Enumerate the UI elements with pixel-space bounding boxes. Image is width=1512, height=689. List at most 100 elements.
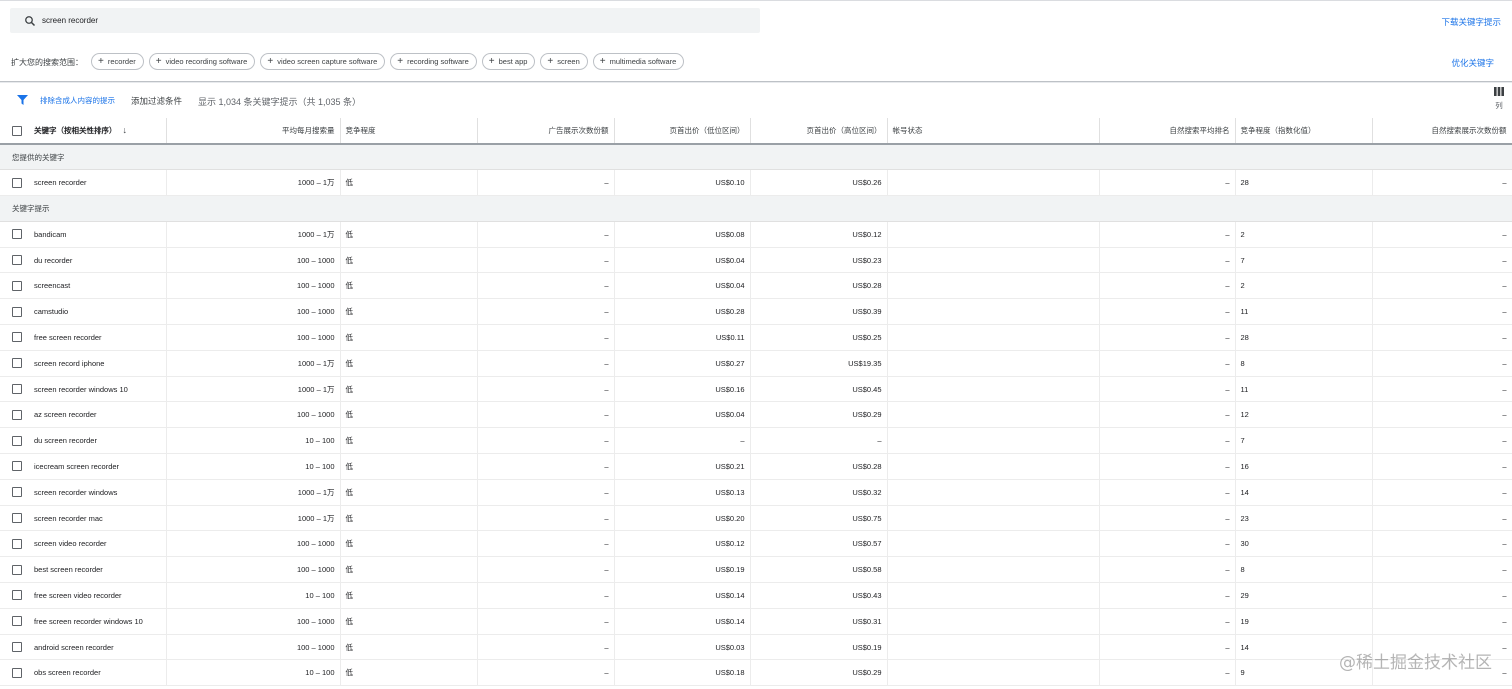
table-row[interactable]: du recorder 100 – 1000 低 – US$0.04 US$0.23–7–	[0, 247, 1512, 273]
competition-cell: 低	[340, 556, 478, 583]
bid-high-cell: US$19.35	[750, 350, 888, 377]
filter-icon[interactable]	[17, 95, 28, 105]
row-checkbox[interactable]	[12, 306, 22, 317]
table-row[interactable]: az screen recorder 100 – 1000 低 – US$0.04 US$…	[0, 401, 1512, 428]
impression-share-cell: –	[477, 453, 615, 480]
table-row[interactable]: bandicam 1000 – 1万低 – US$0.08 US$0.12–2–	[0, 221, 1512, 248]
table-row[interactable]: screen recorder mac 1000 – 1万低 – US$0.20 US$…	[0, 505, 1512, 531]
table-row[interactable]: android screen recorder 100 – 1000 低 – US$0.…	[0, 634, 1512, 660]
row-checkbox[interactable]	[12, 358, 22, 369]
refine-keywords-link[interactable]: 优化关键字	[1451, 57, 1494, 69]
competition-index-cell: 2	[1235, 272, 1373, 299]
row-checkbox[interactable]	[12, 487, 22, 498]
table-row[interactable]: screen recorder windows 1000 – 1万低 – US$0.1…	[0, 479, 1512, 506]
bid-high-cell: US$0.28	[750, 453, 888, 480]
expand-chip[interactable]: + video screen capture software	[260, 53, 386, 70]
header-competition-index[interactable]: 竞争程度（指数化值）	[1235, 118, 1373, 145]
row-checkbox[interactable]	[12, 332, 22, 343]
table-row[interactable]: screen record iphone 1000 – 1万低 – US$0.27 US…	[0, 350, 1512, 377]
account-status-cell	[887, 634, 1100, 660]
competition-cell: 低	[340, 272, 478, 299]
table-row[interactable]: free screen video recorder 10 – 100 低 – US$0…	[0, 582, 1512, 609]
avg-searches-cell: 100 – 1000	[166, 401, 341, 428]
row-checkbox[interactable]	[12, 590, 22, 601]
row-checkbox[interactable]	[12, 255, 22, 266]
expand-chip[interactable]: + recording software	[390, 53, 477, 70]
row-checkbox[interactable]	[12, 177, 22, 188]
row-checkbox[interactable]	[12, 538, 22, 549]
select-all-checkbox[interactable]	[12, 125, 22, 136]
table-row[interactable]: best screen recorder 100 – 1000 低 – US$0.19 U…	[0, 556, 1512, 583]
header-organic-impression-share[interactable]: 自然搜索展示次数份额	[1372, 118, 1512, 145]
table-row[interactable]: screen video recorder 100 – 1000 低 – US$0.12…	[0, 530, 1512, 557]
expand-chip[interactable]: + multimedia software	[592, 53, 685, 70]
header-account-status[interactable]: 帐号状态	[887, 118, 1100, 145]
competition-index-cell: 28	[1235, 324, 1373, 351]
organic-impression-share-cell: –	[1372, 376, 1512, 402]
download-keyword-ideas-link[interactable]: 下载关键字提示	[1441, 16, 1501, 28]
search-input[interactable]	[42, 13, 742, 28]
account-status-cell	[887, 453, 1100, 480]
organic-impression-share-cell: –	[1372, 272, 1512, 299]
competition-index-cell: 2	[1235, 221, 1373, 248]
account-status-cell	[887, 298, 1100, 325]
table-row[interactable]: icecream screen recorder 10 – 100 低 – US$0.2…	[0, 453, 1512, 480]
keyword-cell: bandicam	[29, 221, 167, 248]
row-checkbox[interactable]	[12, 384, 22, 395]
header-competition[interactable]: 竞争程度	[340, 118, 478, 145]
expand-chip[interactable]: + video recording software	[148, 53, 256, 70]
table-row[interactable]: free screen recorder 100 – 1000 低 – US$0.11 U…	[0, 324, 1512, 351]
plus-icon: +	[488, 55, 495, 67]
header-bid-high[interactable]: 页首出价（高位区间）	[750, 118, 888, 145]
row-checkbox[interactable]	[12, 461, 22, 472]
exclude-adult-filter-chip[interactable]: 排除含成人内容的提示	[40, 95, 115, 106]
table-row[interactable]: camstudio 100 – 1000 低 – US$0.28 US$0.39–11–	[0, 298, 1512, 325]
table-row[interactable]: screen recorder 1000 – 1万低 – US$0.10 US$0.26…	[0, 169, 1512, 196]
expand-chip-label: multimedia software	[609, 57, 677, 66]
table-row[interactable]: screen recorder windows 10 1000 – 1万低 – US$…	[0, 376, 1512, 402]
expand-chip[interactable]: + recorder	[91, 53, 144, 70]
columns-button[interactable]: 列	[1492, 87, 1506, 111]
organic-impression-share-cell: –	[1372, 453, 1512, 480]
expand-chip[interactable]: + screen	[540, 53, 588, 70]
organic-impression-share-cell: –	[1372, 169, 1512, 196]
row-checkbox[interactable]	[12, 642, 22, 653]
keyword-cell: icecream screen recorder	[29, 453, 167, 480]
header-impression-share[interactable]: 广告展示次数份额	[477, 118, 615, 145]
bid-low-cell: US$0.19	[614, 556, 751, 583]
row-checkbox[interactable]	[12, 280, 22, 291]
row-checkbox[interactable]	[12, 229, 22, 240]
add-filter-button[interactable]: 添加过滤条件	[131, 95, 182, 107]
table-row[interactable]: screencast 100 – 1000 低 – US$0.04 US$0.28–2–	[0, 272, 1512, 299]
header-bid-low[interactable]: 页首出价（低位区间）	[614, 118, 751, 145]
row-select-cell	[0, 221, 29, 247]
organic-impression-share-cell: –	[1372, 350, 1512, 377]
section-keyword-ideas: 关键字提示	[0, 195, 1512, 222]
impression-share-cell: –	[477, 298, 615, 325]
row-checkbox[interactable]	[12, 435, 22, 446]
search-box[interactable]	[10, 8, 760, 33]
organic-impression-share-cell: –	[1372, 479, 1512, 506]
competition-cell: 低	[340, 427, 478, 454]
row-checkbox[interactable]	[12, 409, 22, 420]
header-avg-searches[interactable]: 平均每月搜索量	[166, 118, 341, 145]
row-checkbox[interactable]	[12, 564, 22, 575]
bid-high-cell: US$0.26	[750, 169, 888, 196]
row-select-cell	[0, 350, 29, 376]
row-select-cell	[0, 531, 29, 557]
avg-searches-cell: 100 – 1000	[166, 298, 341, 325]
expand-chip[interactable]: + best app	[481, 53, 536, 70]
bid-low-cell: US$0.18	[614, 659, 751, 686]
header-keyword[interactable]: 关键字（按相关性排序） ↓	[29, 118, 167, 145]
row-checkbox[interactable]	[12, 667, 22, 678]
table-row[interactable]: du screen recorder 10 – 100 低 – – – –7–	[0, 427, 1512, 454]
table-row[interactable]: free screen recorder windows 10 100 – 100…	[0, 608, 1512, 635]
table-row[interactable]: obs screen recorder 10 – 100 低 – US$0.18 US$0…	[0, 659, 1512, 686]
row-checkbox[interactable]	[12, 513, 22, 524]
header-organic-rank[interactable]: 自然搜索平均排名	[1099, 118, 1236, 145]
keyword-cell: camstudio	[29, 298, 167, 325]
organic-rank-cell: –	[1099, 376, 1236, 402]
impression-share-cell: –	[477, 556, 615, 583]
bid-high-cell: US$0.25	[750, 324, 888, 351]
row-checkbox[interactable]	[12, 616, 22, 627]
